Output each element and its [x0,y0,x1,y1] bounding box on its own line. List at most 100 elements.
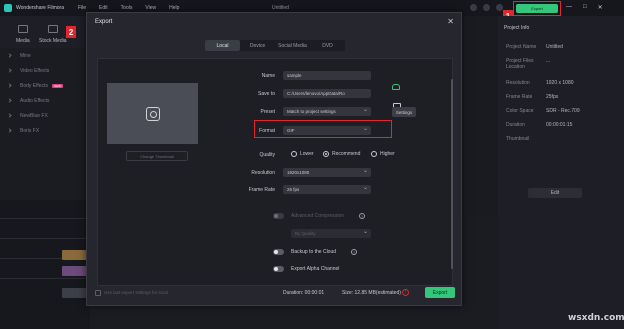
list-item[interactable]: NewBlue FX [0,108,90,123]
radio-icon [371,151,377,157]
radio-label: Lower [300,151,314,157]
info-value: 25fps [546,94,559,100]
timeline-divider [0,278,90,279]
list-item-label: Audio Effects [20,97,50,104]
use-last-settings-label: Use last export settings for local [104,290,168,295]
info-value: SDR - Rec.709 [546,108,580,114]
list-item[interactable]: Audio Effects [0,93,90,108]
resolution-select[interactable]: 1920x1080 [283,168,371,177]
help-icon[interactable]: ? [359,213,365,219]
list-item[interactable]: Boris FX [0,123,90,138]
radio-label: Higher [380,151,395,157]
close-icon[interactable]: ✕ [447,17,454,26]
preview-panel [462,16,498,216]
media-tabs: Media Stock Media [0,16,90,48]
menu-bar: File Edit Tools View Help [78,5,192,11]
preset-select[interactable]: Match to project settings [283,107,371,116]
tab-social-media[interactable]: Social Media [275,40,310,51]
maximize-icon[interactable]: □ [583,4,587,11]
list-item[interactable]: Mine [0,48,90,63]
tab-local[interactable]: Local [205,40,240,51]
project-info-panel: Project Info Project Name Untitled Proje… [498,16,624,329]
list-item-label: Boris FX [20,127,40,134]
cloud-icon[interactable] [470,4,477,11]
info-value: ... [546,58,551,64]
quality-lower-radio[interactable]: Lower [291,151,314,157]
app-name: Wondershare Filmora [16,5,64,11]
chevron-icon [7,98,12,103]
tab-device[interactable]: Device [240,40,275,51]
menu-tools[interactable]: Tools [121,5,133,11]
warning-icon[interactable]: ! [402,289,409,296]
use-last-settings-checkbox[interactable] [95,290,101,296]
quality-recommend-radio[interactable]: Recommend [323,151,360,157]
info-label: Project Files Location [506,58,534,70]
list-item-label: Video Effects [20,67,50,74]
resolution-label: Resolution [251,170,275,176]
account-icon[interactable] [496,4,503,11]
timeline-divider [0,218,90,219]
save-path-input[interactable]: C:/Users/lenovo/AppData/Ro [283,89,371,98]
timeline-divider [0,238,90,239]
quality-label: Quality [259,152,275,158]
alpha-channel-label: Export Alpha Channel [291,266,340,272]
export-dialog: Export ✕ Local Device Social Media DVD C… [86,12,462,306]
compression-mode-select[interactable]: By Quality [291,229,371,238]
info-label: Frame Rate [506,94,533,100]
export-button[interactable]: Export [425,287,455,298]
scrollbar[interactable] [451,79,453,269]
list-item[interactable]: Body Effects NEW [0,78,90,93]
radio-icon [291,151,297,157]
advanced-compression-toggle[interactable] [273,213,284,219]
tab-project-info[interactable]: Project Info [504,25,529,31]
info-value: 00:00:01:15 [546,122,573,128]
tab-media[interactable]: Media [16,38,30,44]
list-item-label: Body Effects [20,82,48,89]
highlight-export-box [513,1,561,16]
change-thumbnail-button[interactable]: Change Thumbnail [126,151,188,161]
help-icon[interactable]: ? [351,249,357,255]
chevron-icon [7,83,12,88]
notification-icon[interactable] [483,4,490,11]
highlight-format-box [254,120,392,138]
backup-cloud-toggle[interactable] [273,249,284,255]
radio-label: Recommend [332,151,361,157]
chevron-icon [7,53,12,58]
tab-stock-media[interactable]: Stock Media [39,38,67,44]
camera-icon [145,106,160,121]
menu-help[interactable]: Help [169,5,179,11]
frame-rate-select[interactable]: 25 fps [283,185,371,194]
watermark: wsxdn.com [568,313,624,323]
info-label: Thumbnail [506,136,530,142]
minimize-icon[interactable]: — [566,4,572,11]
menu-view[interactable]: View [145,5,156,11]
tab-dvd[interactable]: DVD [310,40,345,51]
chevron-icon [7,128,12,133]
settings-button[interactable]: Settings [392,107,416,117]
alpha-channel-toggle[interactable] [273,266,284,272]
quality-higher-radio[interactable]: Higher [371,151,395,157]
duration-text: Duration: 00:00:01 [283,290,325,296]
info-label: Duration [506,122,525,128]
close-window-icon[interactable]: ✕ [598,4,603,11]
name-label: Name [261,73,275,79]
list-item[interactable]: Video Effects [0,63,90,78]
radio-selected-icon [323,151,329,157]
stock-media-icon [48,25,58,33]
name-input[interactable]: sample [283,71,371,80]
ai-icon[interactable] [392,84,400,90]
new-badge: NEW [51,83,63,88]
edit-button[interactable]: Edit [528,188,582,198]
save-to-label: Save to [258,91,275,97]
document-title: Untitled [272,5,289,11]
filmora-logo-icon [4,4,12,12]
backup-cloud-label: Backup to the Cloud [291,249,337,255]
effects-list: Mine Video Effects Body Effects NEW Audio… [0,48,90,168]
timeline-panel [0,200,90,329]
media-icon [18,25,28,33]
advanced-compression-label: Advanced Compression [291,213,345,219]
info-value: Untitled [546,44,563,50]
frame-rate-label: Frame Rate [248,187,275,193]
menu-edit[interactable]: Edit [99,5,108,11]
menu-file[interactable]: File [78,5,86,11]
